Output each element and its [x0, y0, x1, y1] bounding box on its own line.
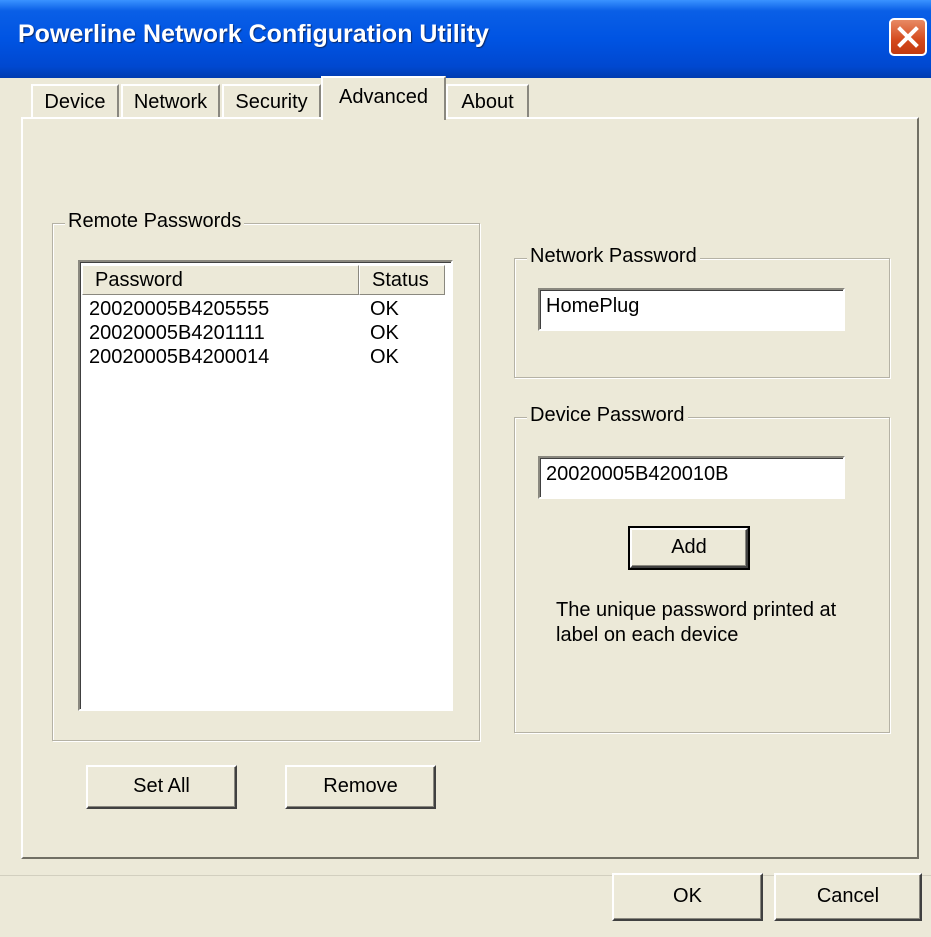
close-icon — [897, 26, 919, 48]
tab-security[interactable]: Security — [222, 84, 321, 118]
remote-passwords-list[interactable]: Password Status 20020005B4205555 OK 2002… — [78, 260, 453, 711]
dialog-window: Powerline Network Configuration Utility … — [0, 0, 931, 937]
list-item[interactable]: 20020005B4201111 OK — [80, 322, 450, 346]
close-button[interactable] — [889, 18, 927, 56]
device-password-label: Device Password — [527, 404, 688, 427]
column-header-status[interactable]: Status — [359, 265, 445, 295]
add-button[interactable]: Add — [628, 526, 750, 570]
list-item-password: 20020005B4201111 — [89, 322, 265, 344]
network-password-label: Network Password — [527, 245, 700, 268]
title-bar[interactable]: Powerline Network Configuration Utility — [0, 0, 931, 78]
remote-passwords-label: Remote Passwords — [65, 210, 245, 233]
tab-device[interactable]: Device — [31, 84, 119, 118]
network-password-input[interactable]: HomePlug — [538, 288, 845, 331]
remove-button[interactable]: Remove — [285, 765, 436, 809]
list-item-password: 20020005B4200014 — [89, 346, 270, 368]
tab-about[interactable]: About — [446, 84, 529, 118]
ok-button[interactable]: OK — [612, 873, 763, 921]
cancel-button[interactable]: Cancel — [774, 873, 922, 921]
list-item[interactable]: 20020005B4205555 OK — [80, 298, 450, 322]
device-password-input[interactable]: 20020005B420010B — [538, 456, 845, 499]
list-item-status: OK — [370, 322, 399, 344]
tab-network[interactable]: Network — [121, 84, 220, 118]
tab-advanced[interactable]: Advanced — [321, 76, 446, 120]
window-title: Powerline Network Configuration Utility — [18, 20, 489, 48]
device-password-hint: The unique password printed at label on … — [556, 599, 837, 646]
list-item-status: OK — [370, 298, 399, 320]
set-all-button[interactable]: Set All — [86, 765, 237, 809]
list-item-status: OK — [370, 346, 399, 368]
list-item-password: 20020005B4205555 — [89, 298, 270, 320]
column-header-password[interactable]: Password — [82, 265, 359, 295]
list-item[interactable]: 20020005B4200014 OK — [80, 346, 450, 370]
